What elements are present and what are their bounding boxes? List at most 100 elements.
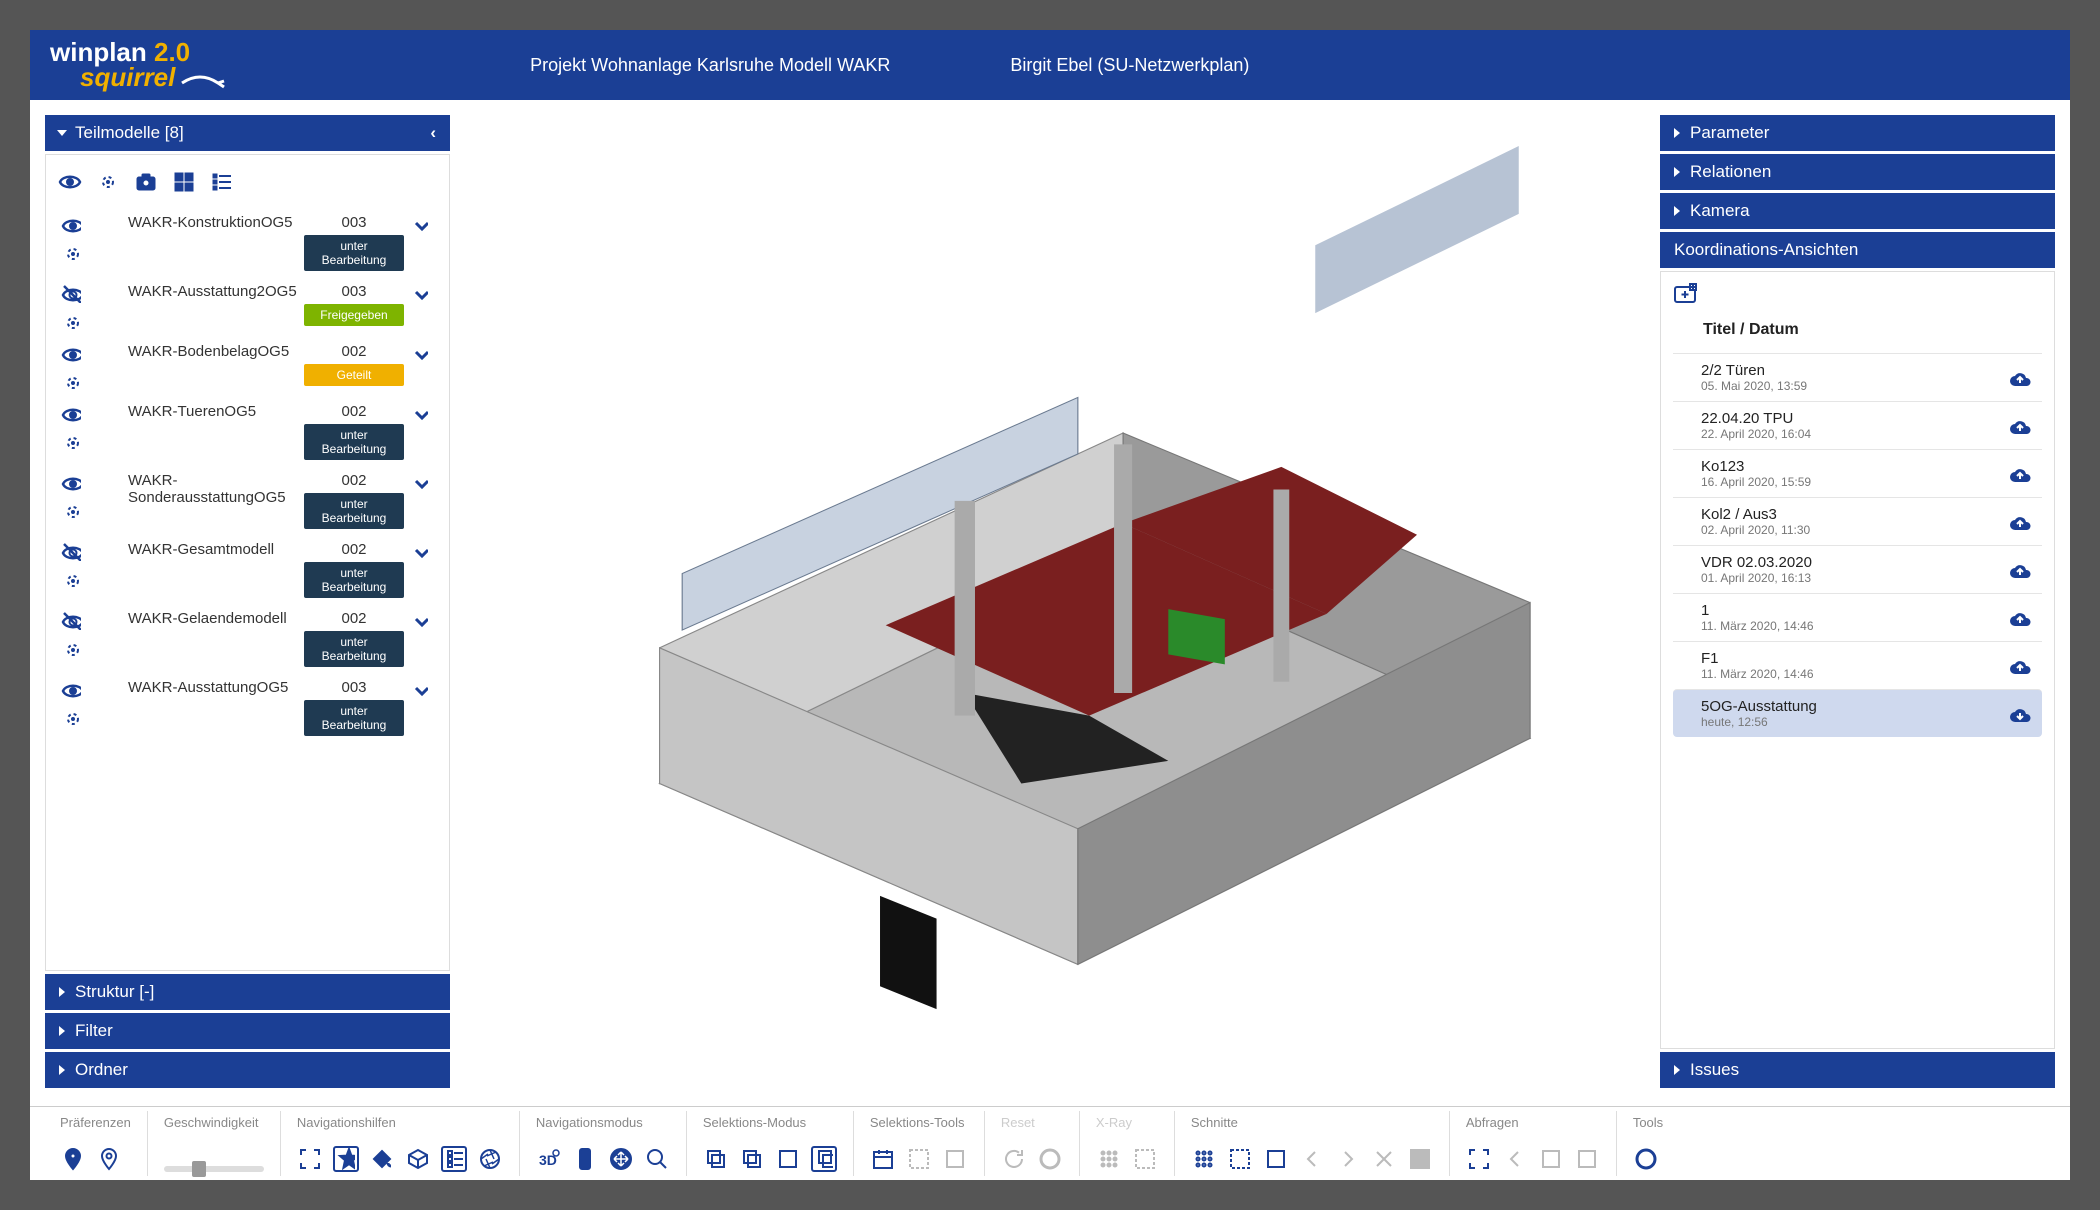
box3d-icon[interactable] [405,1146,431,1172]
panel-koordination-header[interactable]: Koordinations-Ansichten [1660,232,2055,268]
cloud-upload-icon[interactable] [2008,512,2034,532]
sel-copy2-icon[interactable] [739,1146,765,1172]
expand-model-icon[interactable] [410,343,440,365]
speed-slider[interactable] [164,1166,264,1172]
list-boxed-icon[interactable] [441,1146,467,1172]
panel-issues-header[interactable]: Issues [1660,1052,2055,1088]
isolate-icon[interactable] [61,242,81,262]
panel-kamera-header[interactable]: Kamera [1660,193,2055,229]
view-row[interactable]: F111. März 2020, 14:46 [1673,641,2042,689]
expand-model-icon[interactable] [410,283,440,305]
model-status-badge: unter Bearbeitung [304,562,404,598]
isolate-icon[interactable] [61,707,81,727]
panel-filter-header[interactable]: Filter [45,1013,450,1049]
bucket-icon[interactable] [369,1146,395,1172]
add-view-button[interactable] [1673,282,2042,311]
tools-circle-icon[interactable] [1633,1146,1659,1172]
viewport-3d[interactable] [460,115,1650,1091]
cloud-upload-icon[interactable] [2008,608,2034,628]
view-row[interactable]: Kol2 / Aus302. April 2020, 11:30 [1673,497,2042,545]
cloud-upload-icon[interactable] [2008,368,2034,388]
panel-relationen-header[interactable]: Relationen [1660,154,2055,190]
cut-next-icon[interactable] [1335,1146,1361,1172]
visibility-toggle-icon[interactable] [61,679,81,699]
visibility-toggle-icon[interactable] [61,610,81,630]
visibility-toggle-icon[interactable] [61,214,81,234]
view-row[interactable]: Ko12316. April 2020, 15:59 [1673,449,2042,497]
tb-label-geschwindigkeit: Geschwindigkeit [164,1115,264,1136]
cloud-upload-icon[interactable] [2008,560,2034,580]
snapshot-icon[interactable] [134,170,158,194]
mode-zoom-icon[interactable] [644,1146,670,1172]
query-sq-icon[interactable] [1538,1146,1564,1172]
view-row[interactable]: 2/2 Türen05. Mai 2020, 13:59 [1673,353,2042,401]
expand-model-icon[interactable] [410,679,440,701]
query-prev-icon[interactable] [1502,1146,1528,1172]
mode-3d-icon[interactable] [536,1146,562,1172]
list-view-icon[interactable] [210,170,234,194]
tb-label-seltools: Selektions-Tools [870,1115,968,1136]
pin-solid-icon[interactable] [60,1146,86,1172]
cloud-upload-icon[interactable] [2008,416,2034,436]
seltool-cal-icon[interactable] [870,1146,896,1172]
isolate-icon[interactable] [61,638,81,658]
isolate-icon[interactable] [61,431,81,451]
seltool-dash-icon[interactable] [906,1146,932,1172]
isolate-icon[interactable] [61,500,81,520]
xray-dots-icon[interactable] [1096,1146,1122,1172]
cut-dash-icon[interactable] [1227,1146,1253,1172]
collapse-left-icon[interactable]: ‹ [430,123,436,143]
building-model-icon [490,139,1621,1066]
panel-struktur-header[interactable]: Struktur [-] [45,974,450,1010]
expand-model-icon[interactable] [410,472,440,494]
cloud-upload-icon[interactable] [2008,704,2034,724]
query-sq2-icon[interactable] [1574,1146,1600,1172]
view-row[interactable]: VDR 02.03.202001. April 2020, 16:13 [1673,545,2042,593]
query-expand-icon[interactable] [1466,1146,1492,1172]
tb-label-selmodus: Selektions-Modus [703,1115,837,1136]
mode-pan-icon[interactable] [608,1146,634,1172]
expand-model-icon[interactable] [410,610,440,632]
view-row[interactable]: 22.04.20 TPU22. April 2020, 16:04 [1673,401,2042,449]
cloud-upload-icon[interactable] [2008,656,2034,676]
panel-ordner-header[interactable]: Ordner [45,1052,450,1088]
xray-dash-icon[interactable] [1132,1146,1158,1172]
cut-sq-icon[interactable] [1263,1146,1289,1172]
star-icon[interactable] [333,1146,359,1172]
target-all-icon[interactable] [96,170,120,194]
cloud-upload-icon[interactable] [2008,464,2034,484]
visibility-toggle-icon[interactable] [61,472,81,492]
visibility-toggle-icon[interactable] [61,343,81,363]
aperture-icon[interactable] [477,1146,503,1172]
expand-model-icon[interactable] [410,403,440,425]
cut-x-icon[interactable] [1371,1146,1397,1172]
isolate-icon[interactable] [61,371,81,391]
view-row[interactable]: 5OG-Ausstattungheute, 12:56 [1673,689,2042,737]
cut-prev-icon[interactable] [1299,1146,1325,1172]
visibility-toggle-icon[interactable] [61,541,81,561]
expand-model-icon[interactable] [410,214,440,236]
seltool-sq-icon[interactable] [942,1146,968,1172]
visibility-toggle-icon[interactable] [61,283,81,303]
reset-circle-icon[interactable] [1037,1146,1063,1172]
panel-parameter-header[interactable]: Parameter [1660,115,2055,151]
pin-outline-icon[interactable] [96,1146,122,1172]
view-date: 22. April 2020, 16:04 [1701,427,2008,441]
isolate-icon[interactable] [61,311,81,331]
expand-model-icon[interactable] [410,541,440,563]
panel-teilmodelle-header[interactable]: Teilmodelle [8] ‹ [45,115,450,151]
sel-multi-icon[interactable] [811,1146,837,1172]
view-row[interactable]: 111. März 2020, 14:46 [1673,593,2042,641]
expand-icon[interactable] [297,1146,323,1172]
visibility-toggle-icon[interactable] [61,403,81,423]
cut-grid-icon[interactable] [1407,1146,1433,1172]
grid-view-icon[interactable] [172,170,196,194]
reset-refresh-icon[interactable] [1001,1146,1027,1172]
isolate-icon[interactable] [61,569,81,589]
cut-dots-icon[interactable] [1191,1146,1217,1172]
sel-copy-icon[interactable] [703,1146,729,1172]
show-all-icon[interactable] [58,170,82,194]
mode-tablet-icon[interactable] [572,1146,598,1172]
panel-ordner-label: Ordner [75,1060,128,1080]
sel-single-icon[interactable] [775,1146,801,1172]
